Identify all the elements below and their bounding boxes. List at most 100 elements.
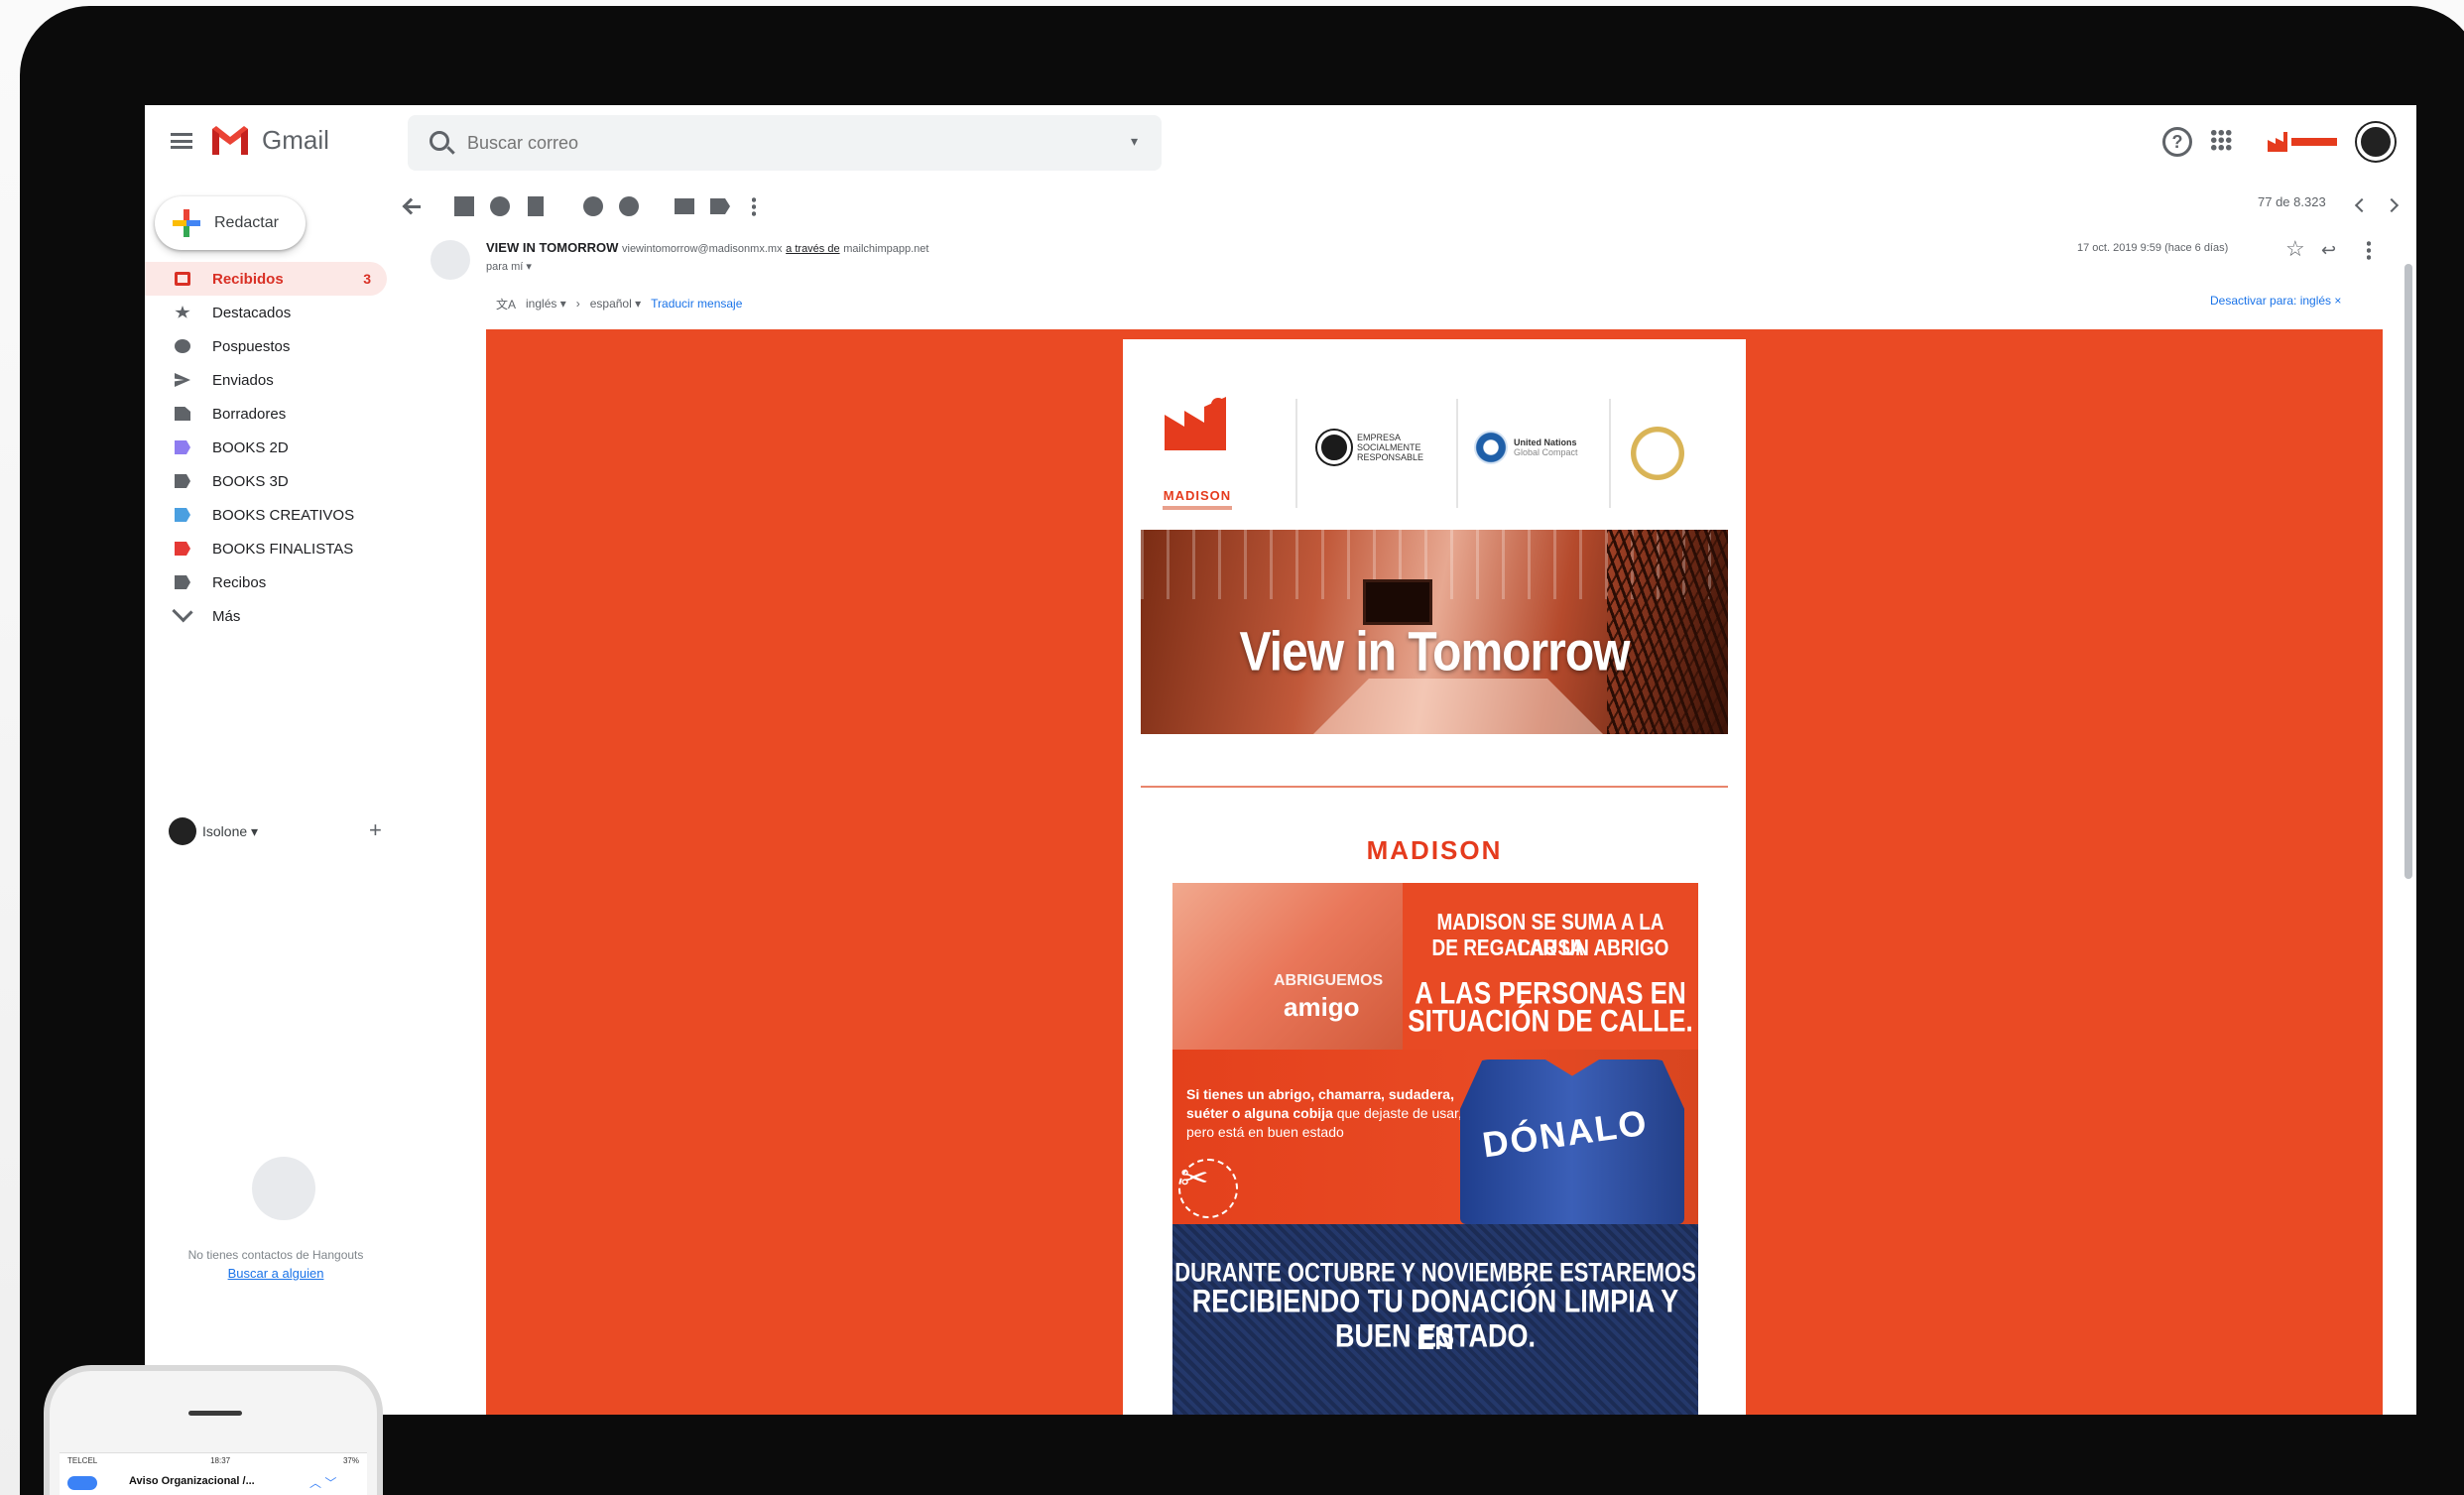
star-icon[interactable]: ☆ [2285, 236, 2305, 262]
snooze-icon[interactable] [619, 196, 639, 216]
divider [1456, 399, 1458, 508]
hangouts-avatar [169, 817, 196, 845]
gmail-window: Gmail ▾ ? Redactar [145, 105, 2416, 1415]
box-text-amigo: amigo [1284, 992, 1360, 1022]
un-title: United Nations [1514, 437, 1577, 447]
donation-poster: ABRIGUEMOS amigo MADISON SE SUMA A LA CA… [1172, 883, 1698, 1415]
unread-count: 3 [363, 271, 371, 287]
sidebar-item-sent[interactable]: Enviados [145, 363, 387, 397]
sidebar-item-label: Recibidos [212, 270, 284, 288]
sidebar-item-books-3d[interactable]: BOOKS 3D [145, 464, 387, 498]
poster-headline-2: DE REGALAR UN ABRIGO [1431, 935, 1669, 961]
banner-title: View in Tomorrow [1239, 622, 1631, 683]
back-arrow-icon[interactable] [403, 198, 423, 214]
divider [1295, 399, 1297, 508]
poster-body-text: Si tienes un abrigo, chamarra, sudadera,… [1186, 1085, 1464, 1142]
no-contacts-text: No tienes contactos de Hangouts [187, 1248, 364, 1262]
sidebar-item-label: BOOKS 2D [212, 438, 289, 456]
arrow-right-icon: › [575, 297, 580, 311]
banner-table [1309, 679, 1607, 734]
sender-name: VIEW IN TOMORROW [486, 240, 619, 255]
esr-badge-icon [1317, 431, 1351, 464]
donation-box-image [1172, 883, 1403, 1050]
sidebar-item-label: Pospuestos [212, 337, 291, 355]
sidebar-item-books-2d[interactable]: BOOKS 2D [145, 431, 387, 464]
sidebar-item-label: Recibos [212, 573, 267, 591]
report-spam-icon[interactable] [490, 196, 510, 216]
compose-label: Redactar [214, 214, 279, 231]
move-to-icon[interactable] [675, 198, 694, 214]
delete-icon[interactable] [528, 196, 544, 216]
via-label[interactable]: a través de [786, 243, 839, 255]
translate-bar: 文A inglés ▾ › español ▾ Traducir mensaje [496, 294, 742, 313]
sender-address: viewintomorrow@madisonmx.mx [622, 243, 783, 255]
sidebar-item-books-creativos[interactable]: BOOKS CREATIVOS [145, 498, 387, 532]
mark-unread-icon[interactable] [583, 196, 603, 216]
account-avatar[interactable] [2357, 123, 2395, 161]
email-body: MADISON EMPRESA SOCIALMENTE RESPONSABLE … [486, 329, 2383, 1415]
turn-off-translation-link[interactable]: Desactivar para: inglés × [2210, 294, 2341, 308]
hangouts-icon [252, 1157, 315, 1220]
sidebar-item-drafts[interactable]: Borradores [145, 397, 387, 431]
sidebar-item-more[interactable]: Más [145, 599, 387, 633]
sidebar-item-starred[interactable]: Destacados [145, 296, 387, 329]
chevron-right-icon[interactable] [2384, 197, 2400, 213]
un-globe-icon [1474, 431, 1508, 464]
phone-nav-arrows-icon[interactable]: ︿ ﹀ [309, 1474, 336, 1491]
sidebar-item-label: Más [212, 607, 241, 625]
more-icon[interactable] [2367, 240, 2371, 260]
madison-logo-icon [1165, 397, 1226, 450]
search-icon[interactable] [430, 131, 449, 151]
compose-button[interactable]: Redactar [155, 196, 306, 250]
search-bar[interactable]: ▾ [408, 115, 1162, 171]
sidebar-item-books-finalistas[interactable]: BOOKS FINALISTAS [145, 532, 387, 565]
translate-icon: 文A [496, 297, 517, 311]
sidebar-item-inbox[interactable]: Recibidos 3 [145, 262, 387, 296]
divider [1609, 399, 1611, 508]
madison-tagline-bar [1163, 506, 1232, 510]
more-icon[interactable] [752, 196, 756, 216]
scrollbar[interactable] [2404, 264, 2412, 879]
sidebar-item-label: Destacados [212, 304, 292, 321]
sidebar-item-label: BOOKS CREATIVOS [212, 506, 355, 524]
compose-plus-icon [173, 209, 200, 237]
translate-message-link[interactable]: Traducir mensaje [651, 297, 742, 311]
account-brand-logo[interactable] [2268, 125, 2341, 159]
add-contact-icon[interactable]: + [369, 817, 382, 843]
phone-status-bar: TELCEL 18:37 37% [60, 1456, 367, 1465]
phone-back-button[interactable] [67, 1476, 97, 1490]
apps-grid-icon[interactable] [2210, 129, 2232, 151]
sidebar-item-recibos[interactable]: Recibos [145, 565, 387, 599]
menu-icon[interactable] [171, 133, 192, 149]
target-language-select[interactable]: español ▾ [590, 297, 641, 311]
banner-screen [1363, 579, 1432, 625]
scissors-icon: ✂ [1180, 1160, 1209, 1197]
source-language-select[interactable]: inglés ▾ [526, 297, 566, 311]
view-in-tomorrow-banner[interactable]: View in Tomorrow [1141, 530, 1728, 734]
poster-middle: Si tienes un abrigo, chamarra, sudadera,… [1172, 1050, 1698, 1224]
esr-text: EMPRESA SOCIALMENTE RESPONSABLE [1357, 433, 1424, 462]
poster-footer-3: BUEN ESTADO. [1334, 1317, 1536, 1354]
label-as-icon[interactable] [710, 198, 730, 214]
gmail-logo-text: Gmail [262, 125, 329, 155]
chevron-left-icon[interactable] [2354, 197, 2370, 213]
search-options-icon[interactable]: ▾ [1131, 133, 1138, 150]
archive-icon[interactable] [454, 196, 474, 216]
phone-device: TELCEL 18:37 37% Aviso Organizacional /.… [44, 1365, 383, 1495]
label-icon [175, 508, 190, 522]
reply-icon[interactable]: ↩ [2321, 240, 2336, 261]
recipient-line[interactable]: para mí ▾ [486, 260, 532, 273]
madison-wordmark [2291, 138, 2337, 146]
sidebar-item-snoozed[interactable]: Pospuestos [145, 329, 387, 363]
box-text-abriguemos: ABRIGUEMOS [1274, 972, 1384, 989]
find-someone-link[interactable]: Buscar a alguien [165, 1266, 387, 1281]
inbox-icon [175, 272, 190, 286]
help-icon[interactable]: ? [2162, 127, 2192, 157]
sender-avatar [431, 240, 470, 280]
search-input[interactable] [467, 127, 1062, 159]
gmail-logo-icon[interactable] [210, 123, 250, 157]
recipient-label: para mí [486, 261, 524, 273]
draft-icon [175, 407, 190, 421]
hangouts-user[interactable]: Isolone ▾ [169, 817, 258, 845]
laptop-frame: Gmail ▾ ? Redactar [20, 6, 2464, 1495]
